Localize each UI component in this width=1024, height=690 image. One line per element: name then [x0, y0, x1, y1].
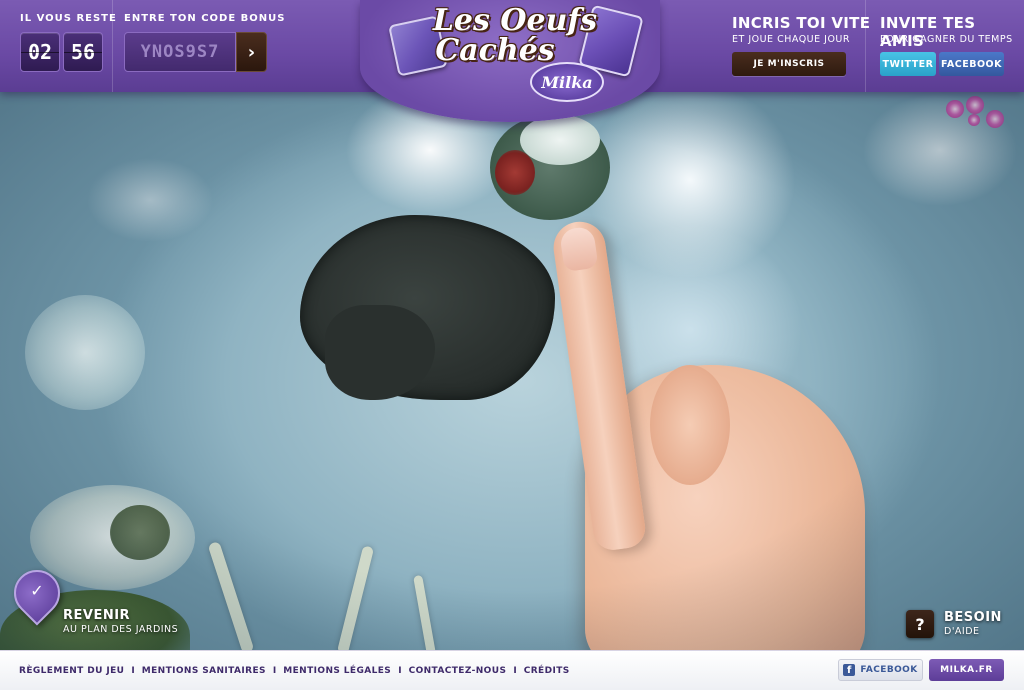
back-subtitle[interactable]: AU PLAN DES JARDINS	[63, 624, 178, 635]
frosted-branch	[336, 545, 375, 650]
red-berries	[495, 150, 535, 195]
pink-flowers	[944, 96, 1008, 132]
chevron-right-icon: ›	[247, 41, 256, 63]
back-title[interactable]: REVENIR	[63, 608, 130, 623]
divider	[112, 0, 113, 92]
top-bar: IL VOUS RESTE 02 56 ENTRE TON CODE BONUS…	[0, 0, 1024, 122]
bonus-code-input[interactable]: YNOS9S7	[124, 32, 236, 72]
milka-brand-badge: Milka	[530, 62, 604, 102]
footer-link-reglement[interactable]: RÈGLEMENT DU JEU	[19, 666, 124, 676]
help-button[interactable]: ?	[906, 610, 934, 638]
bonus-code-label: ENTRE TON CODE BONUS	[124, 13, 286, 24]
flower	[968, 114, 980, 126]
uncovered-soil	[300, 215, 555, 400]
footer-link-sanitaires[interactable]: MENTIONS SANITAIRES	[142, 666, 266, 676]
facebook-share-button[interactable]: FACEBOOK	[939, 52, 1004, 76]
footer-link-legales[interactable]: MENTIONS LÉGALES	[283, 666, 391, 676]
signup-subtitle: ET JOUE CHAQUE JOUR	[732, 34, 850, 45]
footer-link-credits[interactable]: CRÉDITS	[524, 666, 570, 676]
frosted-branch	[413, 574, 436, 650]
logo-title: Les Oeufs Cachés	[430, 6, 600, 66]
footer-facebook-button[interactable]: f FACEBOOK	[838, 659, 923, 681]
logo-title-line1: Les Oeufs	[432, 3, 598, 38]
fingernail	[559, 225, 599, 273]
lichen-center	[110, 505, 170, 560]
pink-heather	[735, 400, 805, 460]
checkmark-icon: ✓	[30, 580, 44, 600]
uncovered-soil-lobe	[325, 305, 435, 400]
separator: I	[513, 666, 517, 676]
lichen-rock	[520, 115, 600, 165]
flower	[946, 100, 964, 118]
twitter-share-button[interactable]: TWITTER	[880, 52, 936, 76]
signup-button[interactable]: JE M'INSCRIS	[732, 52, 846, 76]
help-subtitle[interactable]: D'AIDE	[944, 626, 980, 637]
invite-subtitle: POUR GAGNER DU TEMPS	[880, 34, 1013, 45]
flower	[966, 96, 984, 114]
game-logo: Les Oeufs Cachés Milka	[385, 0, 645, 112]
frosted-fern	[25, 295, 145, 410]
footer-link-contact[interactable]: CONTACTEZ-NOUS	[409, 666, 507, 676]
bonus-code-submit-button[interactable]: ›	[236, 32, 267, 72]
footer-links: RÈGLEMENT DU JEU I MENTIONS SANITAIRES I…	[19, 666, 570, 676]
footer-facebook-label: FACEBOOK	[860, 665, 918, 675]
separator: I	[398, 666, 402, 676]
separator: I	[131, 666, 135, 676]
separator: I	[272, 666, 277, 676]
hand-palm	[585, 365, 865, 650]
question-icon: ?	[915, 614, 925, 634]
back-to-map-button[interactable]: ✓	[4, 560, 70, 628]
moss-patch	[490, 115, 610, 220]
timer-label: IL VOUS RESTE	[20, 13, 117, 24]
footer-milka-button[interactable]: MILKA.FR	[929, 659, 1004, 681]
timer-minutes: 02	[20, 32, 60, 72]
timer-seconds: 56	[63, 32, 103, 72]
facebook-icon: f	[843, 664, 856, 676]
frosted-branch	[207, 540, 255, 650]
help-title[interactable]: BESOIN	[944, 610, 1002, 625]
signup-title: INCRIS TOI VITE	[732, 14, 871, 32]
hand-cursor	[550, 218, 648, 553]
flower	[986, 110, 1004, 128]
hand-knuckle	[650, 365, 730, 485]
